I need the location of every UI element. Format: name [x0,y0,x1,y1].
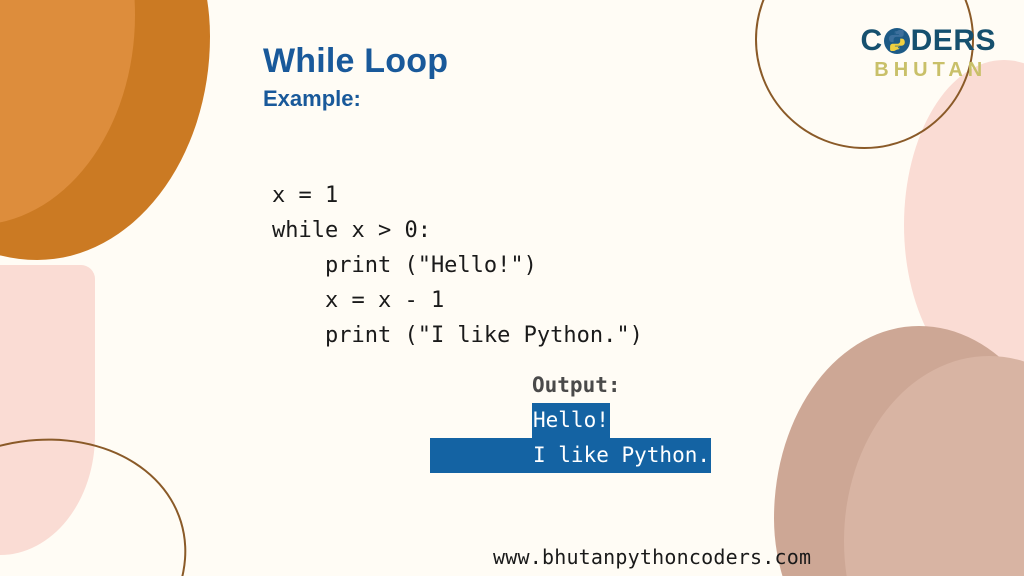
output-row: I like Python. [430,438,712,473]
code-sample: x = 1 while x > 0: print ("Hello!") x = … [272,183,643,348]
output-label: Output: [532,373,621,397]
logo-coders-wordmark: C DERS [860,26,996,56]
logo-coders-suffix: DERS [910,24,996,57]
footer-website-url: www.bhutanpythoncoders.com [493,545,812,569]
decor-blob-pink-left [0,265,95,555]
decor-blob-orange-light [0,0,135,225]
python-globe-icon [883,28,910,54]
logo-coders-prefix: C [860,24,883,57]
brand-logo: C DERS BHUTAN [860,26,996,81]
output-line-2: I like Python. [532,438,712,473]
decor-ring-bottom-left [0,400,220,576]
output-line-1: Hello! [532,403,610,438]
decor-blob-rose-back [774,326,1024,576]
page-title: While Loop [263,42,449,80]
output-section: Output: Hello! I like Python. [430,368,712,473]
slide-canvas: C DERS BHUTAN While Loop Example: x = 1 … [0,0,1024,576]
decor-blob-pink-right [904,60,1024,390]
page-subtitle: Example: [263,86,361,111]
output-selection-pad [430,438,532,473]
decor-blob-orange-dark [0,0,210,260]
output-row: Hello! [430,403,711,438]
decor-blob-rose-front [844,356,1024,576]
logo-bhutan-wordmark: BHUTAN [874,59,988,81]
